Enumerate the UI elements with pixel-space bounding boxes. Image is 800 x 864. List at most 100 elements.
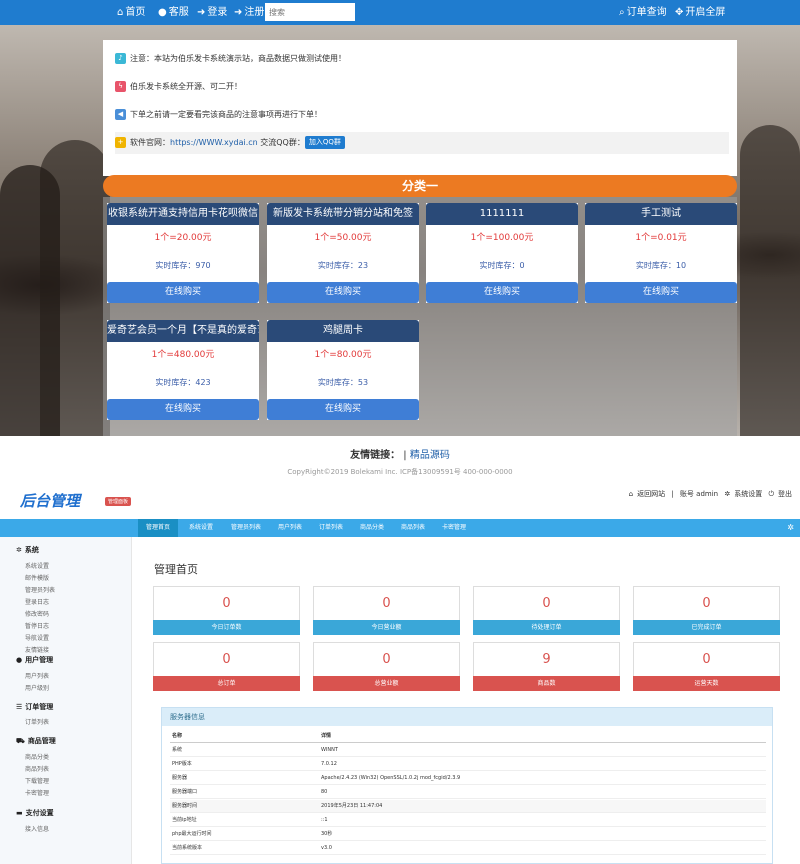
sidebar-item[interactable]: 管理员列表 — [25, 585, 55, 594]
search-input[interactable] — [265, 3, 355, 21]
stat-card[interactable]: 0 待处理订单 — [473, 586, 620, 635]
nav-service-link[interactable]: ● 客服 — [158, 0, 189, 25]
sidebar-group-orders[interactable]: ☰ 订单管理 — [16, 702, 53, 712]
sidebar-group-system[interactable]: ✲ 系统 — [16, 545, 39, 555]
panel-heading: 服务器信息 — [162, 708, 772, 726]
tab-card-management[interactable]: 卡密管理 — [435, 519, 473, 537]
tab-admin-list[interactable]: 管理员列表 — [224, 519, 268, 537]
sidebar-item[interactable]: 接入信息 — [25, 824, 49, 833]
product-title[interactable]: 爱奇艺会员一个月【不是真的爱奇艺 — [107, 320, 259, 342]
site-url-link[interactable]: https://WWW.xydai.cn — [170, 138, 258, 147]
product-price: 1个=80.00元 — [314, 350, 372, 360]
background-figure-right — [740, 125, 800, 436]
bell-icon: ♪ — [115, 53, 126, 64]
product-card: 1111111 1个=100.00元 实时库存：0 在线购买 — [426, 203, 578, 303]
login-icon: ➜ — [197, 7, 206, 18]
stat-value: 9 — [542, 652, 551, 667]
product-stock: 实时库存：423 — [155, 378, 211, 387]
stat-card[interactable]: 0 总营业额 — [313, 642, 460, 691]
nav-login-link[interactable]: ➜ 登录 — [197, 0, 227, 25]
category-header[interactable]: 分类一 — [103, 175, 737, 197]
sidebar-item[interactable]: 修改密码 — [25, 609, 49, 618]
stat-value: 0 — [222, 596, 231, 611]
sidebar-item[interactable]: 导航设置 — [25, 633, 49, 642]
tab-product-category[interactable]: 商品分类 — [353, 519, 391, 537]
sidebar-item[interactable]: 系统设置 — [25, 561, 49, 570]
system-settings-link[interactable]: 系统设置 — [734, 490, 762, 498]
background-figure-left-2 — [40, 140, 110, 436]
stat-card[interactable]: 0 今日订单数 — [153, 586, 300, 635]
sidebar-group-users[interactable]: ● 用户管理 — [16, 655, 53, 665]
product-title[interactable]: 手工测试 — [585, 203, 737, 225]
notice-row: ♪ 注意：本站为伯乐发卡系统演示站，商品数据只做测试使用！ — [115, 48, 729, 70]
product-price: 1个=480.00元 — [151, 350, 215, 360]
sidebar-item[interactable]: 商品列表 — [25, 764, 49, 773]
stat-value: 0 — [702, 596, 711, 611]
buy-button[interactable]: 在线购买 — [585, 282, 737, 303]
tab-system-settings[interactable]: 系统设置 — [181, 519, 221, 537]
user-icon: ● — [16, 656, 23, 664]
buy-button[interactable]: 在线购买 — [426, 282, 578, 303]
notice-panel: ♪ 注意：本站为伯乐发卡系统演示站，商品数据只做测试使用！ ϟ 伯乐发卡系统全开源、… — [103, 40, 737, 176]
admin-toolbar: ⌂ 返回网站 | 账号 admin ✲ 系统设置 ⏻ 登出 — [628, 490, 792, 498]
stat-label: 今日订单数 — [153, 620, 300, 635]
table-row: 服务器端口 80 — [170, 786, 766, 799]
megaphone-icon: ◀ — [115, 109, 126, 120]
tab-order-list[interactable]: 订单列表 — [312, 519, 350, 537]
friend-links: 友情链接： | 精品源码 — [350, 450, 450, 461]
home-icon: ⌂ — [628, 490, 634, 498]
sidebar-item[interactable]: 登录日志 — [25, 597, 49, 606]
product-title[interactable]: 收银系统开通支持信用卡花呗微信 — [107, 203, 259, 225]
stat-label: 总营业额 — [313, 676, 460, 691]
sidebar-item[interactable]: 下载管理 — [25, 776, 49, 785]
product-title[interactable]: 鸡腿周卡 — [267, 320, 419, 342]
nav-home-link[interactable]: ⌂ 首页 — [117, 0, 145, 25]
product-card: 手工测试 1个=0.01元 实时库存：10 在线购买 — [585, 203, 737, 303]
friend-link[interactable]: 精品源码 — [410, 450, 450, 461]
fullscreen-link[interactable]: ✥ 开启全屏 — [675, 0, 725, 25]
table-row: 当前ip地址::1 — [170, 814, 766, 827]
product-price: 1个=100.00元 — [470, 233, 534, 243]
table-header: 名称 详情 — [170, 730, 766, 743]
sidebar-item[interactable]: 用户级别 — [25, 683, 49, 692]
sidebar-item[interactable]: 用户列表 — [25, 671, 49, 680]
account-label[interactable]: 账号 admin — [680, 490, 718, 498]
sidebar-item[interactable]: 友情链接 — [25, 645, 49, 654]
back-to-site-link[interactable]: 返回网站 — [637, 490, 665, 498]
table-row: 当前系统版本 v3.0 — [170, 842, 766, 855]
tab-product-list[interactable]: 商品列表 — [394, 519, 432, 537]
logout-link[interactable]: 登出 — [778, 490, 792, 498]
sidebar-group-payment[interactable]: ▬ 支付设置 — [16, 808, 54, 818]
tab-user-list[interactable]: 用户列表 — [271, 519, 309, 537]
table-row: 系统 WINNT — [170, 744, 766, 757]
sidebar-group-products[interactable]: ⛟ 商品管理 — [16, 736, 56, 746]
product-title[interactable]: 1111111 — [426, 203, 578, 225]
notice-row: ◀ 下单之前请一定要看完该商品的注意事项再进行下单！ — [115, 104, 729, 126]
tab-dashboard[interactable]: 管理首页 — [138, 519, 178, 537]
sidebar-item[interactable]: 商品分类 — [25, 752, 49, 761]
product-grid: 收银系统开通支持信用卡花呗微信 1个=20.00元 实时库存：970 在线购买 … — [103, 197, 737, 436]
buy-button[interactable]: 在线购买 — [107, 399, 259, 420]
stat-card[interactable]: 9 商品数 — [473, 642, 620, 691]
join-qq-button[interactable]: 加入QQ群 — [304, 136, 345, 149]
site-info-row: + 软件官网：https://WWW.xydai.cn 交流QQ群： 加入QQ群 — [115, 132, 729, 154]
list-icon: ☰ — [16, 703, 23, 711]
buy-button[interactable]: 在线购买 — [267, 282, 419, 303]
buy-button[interactable]: 在线购买 — [107, 282, 259, 303]
sidebar-item[interactable]: 卡密管理 — [25, 788, 49, 797]
stat-card[interactable]: 0 今日营业额 — [313, 586, 460, 635]
sidebar-item[interactable]: 暂停日志 — [25, 621, 49, 630]
stat-card[interactable]: 0 总订单 — [153, 642, 300, 691]
gear-icon[interactable]: ✲ — [787, 519, 794, 537]
server-info-panel: 服务器信息 名称 详情 系统 WINNT PHP版本 7.0.12 服务器 Apache… — [161, 707, 773, 864]
order-query-link[interactable]: ⌕ 订单查询 — [619, 0, 667, 25]
sidebar-item[interactable]: 订单列表 — [25, 717, 49, 726]
nav-register-link[interactable]: ➜ 注册 — [234, 0, 264, 25]
sidebar-item[interactable]: 邮件模版 — [25, 573, 49, 582]
search-icon: ⌕ — [619, 7, 625, 18]
stat-card[interactable]: 0 运营天数 — [633, 642, 780, 691]
product-title[interactable]: 新版发卡系统带分销分站和免签 — [267, 203, 419, 225]
stat-card[interactable]: 0 已完成订单 — [633, 586, 780, 635]
stat-label: 已完成订单 — [633, 620, 780, 635]
buy-button[interactable]: 在线购买 — [267, 399, 419, 420]
